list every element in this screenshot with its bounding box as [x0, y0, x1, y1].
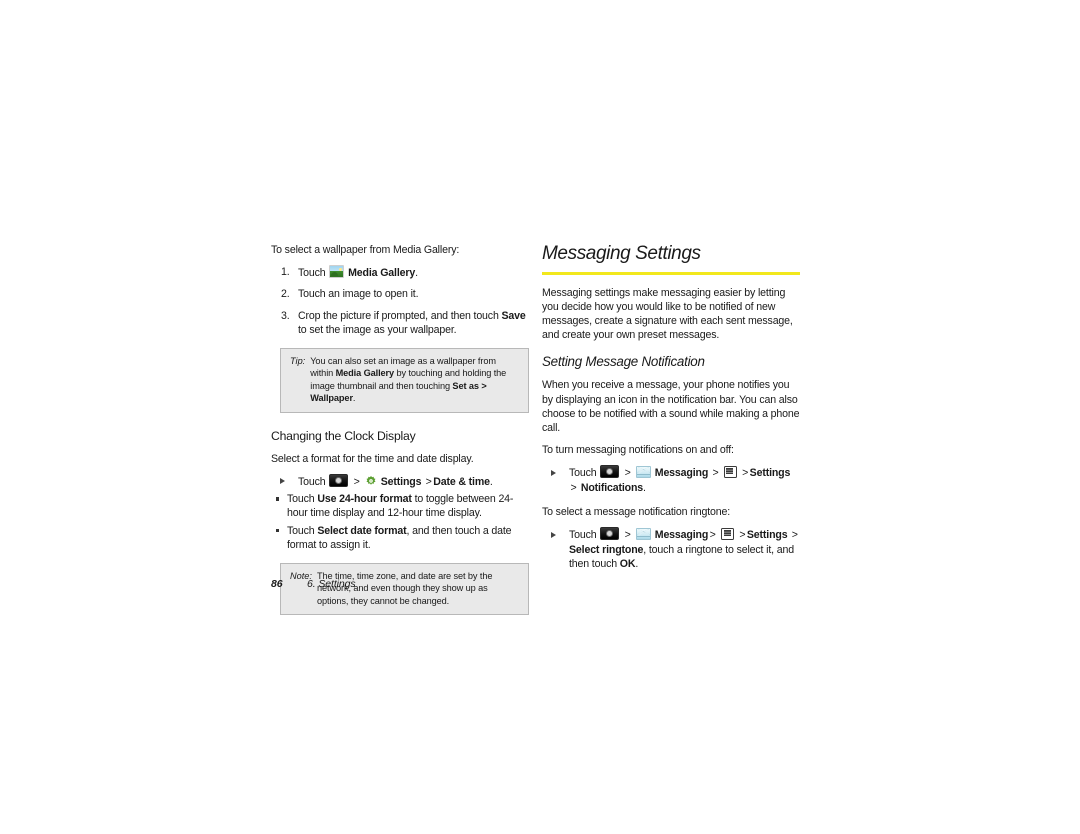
separator: >	[570, 481, 577, 494]
separator: >	[709, 529, 716, 542]
step-text-post: to set the image as your wallpaper.	[298, 323, 457, 336]
step-text-post: .	[635, 558, 639, 571]
messaging-intro: Messaging settings make messaging easier…	[542, 286, 793, 342]
sub-pre: Touch	[287, 493, 315, 506]
launcher-icon	[600, 465, 620, 479]
step-bold4: OK	[619, 558, 636, 571]
separator: >	[624, 529, 631, 542]
tip-text: You can also set an image as a wallpaper…	[310, 355, 519, 405]
separator: >	[739, 529, 746, 542]
step-bold1: Messaging	[654, 529, 709, 542]
step-bold2: Date & time	[433, 475, 490, 488]
messaging-icon	[635, 528, 651, 541]
notifications-lead: To turn messaging notifications on and o…	[542, 444, 734, 457]
right-column: Messaging Settings Messaging settings ma…	[542, 243, 800, 575]
manual-page: To select a wallpaper from Media Gallery…	[0, 0, 1080, 834]
list-item: Touch > Messaging > > Settings > Select ri…	[542, 527, 800, 571]
ringtone-lead: To select a message notification rington…	[542, 506, 731, 519]
step-bold2: Settings	[746, 529, 788, 542]
page-content: To select a wallpaper from Media Gallery…	[271, 243, 811, 616]
step-number: 3.	[281, 309, 290, 322]
menu-key-icon	[723, 465, 737, 478]
left-column: To select a wallpaper from Media Gallery…	[271, 243, 529, 616]
list-item: 2. Touch an image to open it.	[271, 287, 529, 301]
page-footer: 86 6. Settings	[271, 578, 811, 590]
tip-part3: .	[352, 393, 356, 404]
media-gallery-icon	[329, 265, 345, 279]
list-item: Touch Select date format, and then touch…	[271, 524, 529, 552]
clock-heading: Changing the Clock Display	[271, 428, 416, 443]
page-title: Messaging Settings	[542, 243, 701, 264]
step-bold3: Select ringtone	[569, 543, 644, 556]
step-bold3: Notifications	[580, 481, 644, 494]
step-number: 2.	[281, 288, 290, 301]
separator: >	[624, 467, 631, 480]
step-text-pre: Crop the picture if prompted, and then t…	[298, 309, 499, 322]
clock-step-list: Touch > Settings > Date & time.	[271, 473, 529, 489]
separator: >	[353, 475, 360, 488]
tip-callout: Tip: You can also set an image as a wall…	[280, 348, 529, 413]
notifications-step-list: Touch > Messaging > > Settings > Notifica…	[542, 465, 800, 495]
list-item: 3. Crop the picture if prompted, and the…	[271, 309, 529, 337]
step-number: 1.	[281, 266, 290, 279]
step-text-pre: Touch	[298, 475, 326, 488]
step-bold2: Settings	[749, 467, 791, 480]
title-rule	[542, 272, 800, 275]
arrow-bullet-icon	[280, 478, 285, 485]
step-text-pre: Touch	[569, 467, 597, 480]
clock-intro: Select a format for the time and date di…	[271, 452, 474, 465]
list-item: Touch Use 24-hour format to toggle betwe…	[271, 492, 529, 520]
sub-bold: Use 24-hour format	[317, 493, 412, 506]
gear-icon	[365, 475, 377, 487]
notification-paragraph: When you receive a message, your phone n…	[542, 379, 800, 435]
page-number: 86	[271, 578, 283, 590]
sub-bold: Select date format	[317, 524, 407, 537]
messaging-icon	[635, 466, 651, 479]
list-item: 1. Touch Media Gallery.	[271, 265, 529, 280]
arrow-bullet-icon	[551, 469, 556, 476]
section-subheading: Setting Message Notification	[542, 354, 705, 370]
ringtone-step-list: Touch > Messaging > > Settings > Select ri…	[542, 527, 800, 571]
step-text-post: .	[415, 267, 418, 280]
separator: >	[712, 467, 719, 480]
clock-subbullets: Touch Use 24-hour format to toggle betwe…	[271, 492, 529, 552]
separator: >	[791, 529, 798, 542]
list-item: Touch > Messaging > > Settings > Notifica…	[542, 465, 800, 495]
square-bullet-icon	[276, 497, 280, 501]
square-bullet-icon	[276, 528, 280, 533]
menu-key-icon	[721, 527, 735, 540]
step-text-post: .	[643, 481, 646, 494]
arrow-bullet-icon	[551, 531, 556, 538]
step-bold1: Settings	[380, 475, 422, 488]
step-bold1: Messaging	[654, 467, 709, 480]
tip-label: Tip:	[290, 356, 306, 367]
chapter-label: 6. Settings	[307, 578, 356, 590]
list-item: Touch > Settings > Date & time.	[271, 473, 529, 489]
separator: >	[425, 475, 432, 488]
step-text-pre: Touch	[569, 529, 597, 542]
step-text: Touch an image to open it.	[298, 288, 419, 301]
wallpaper-intro: To select a wallpaper from Media Gallery…	[271, 244, 460, 256]
wallpaper-steps: 1. Touch Media Gallery. 2. Touch an imag…	[271, 265, 529, 337]
separator: >	[742, 467, 749, 480]
tip-bold1: Media Gallery	[335, 368, 395, 379]
step-bold: Save	[501, 309, 526, 322]
launcher-icon	[329, 473, 349, 487]
step-text-post: .	[489, 475, 493, 488]
step-text-pre: Touch	[298, 267, 326, 280]
launcher-icon	[600, 527, 620, 541]
sub-pre: Touch	[287, 524, 315, 537]
step-bold: Media Gallery	[348, 267, 416, 280]
